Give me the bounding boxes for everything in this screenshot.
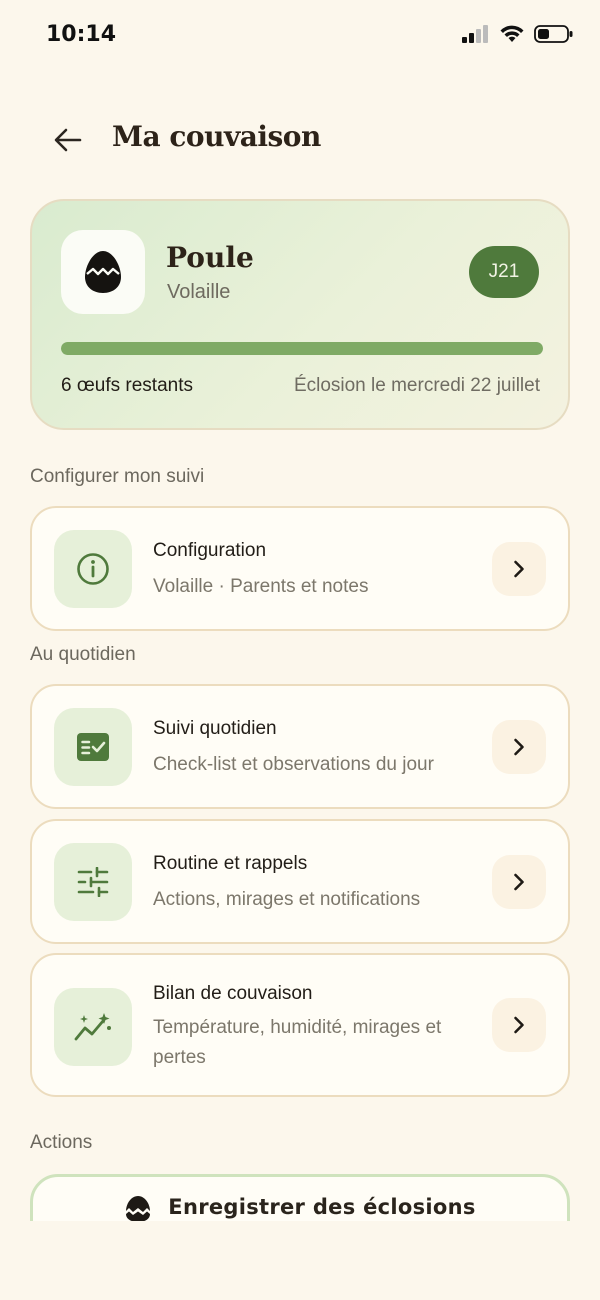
hero-icon-container <box>61 230 145 314</box>
eggs-remaining: 6 œufs restants <box>61 375 193 396</box>
species-name: Poule <box>166 241 254 274</box>
chart-sparkle-icon <box>74 1013 111 1041</box>
section-title-daily: Au quotidien <box>30 644 136 665</box>
egg-icon <box>85 251 121 293</box>
hatched-egg-icon <box>126 1196 151 1221</box>
menu-item-subtitle: Check-list et observations du jour <box>153 754 434 775</box>
menu-item-subtitle: Volaille · Parents et notes <box>153 576 369 597</box>
menu-item-daily-tracking[interactable]: Suivi quotidien Check-list et observatio… <box>30 684 570 809</box>
menu-item-title: Bilan de couvaison <box>153 983 313 1004</box>
menu-icon-container <box>54 843 132 921</box>
menu-item-title: Configuration <box>153 540 267 561</box>
hatch-date: Éclosion le mercredi 22 juillet <box>293 375 540 396</box>
menu-item-incubation-report[interactable]: Bilan de couvaison Température, humidité… <box>30 953 570 1097</box>
menu-item-configuration[interactable]: Configuration Volaille · Parents et note… <box>30 506 570 631</box>
record-hatchings-button[interactable]: Enregistrer des éclosions <box>30 1174 570 1221</box>
hero-card: Poule Volaille J21 6 œufs restants Éclos… <box>30 199 570 430</box>
header: Ma couvaison <box>0 110 600 170</box>
menu-icon-container <box>54 708 132 786</box>
status-bar: 10:14 <box>0 0 600 70</box>
chevron-right-button[interactable] <box>492 542 546 596</box>
menu-item-title: Suivi quotidien <box>153 718 277 739</box>
status-icons <box>462 24 574 44</box>
menu-item-routine-reminders[interactable]: Routine et rappels Actions, mirages et n… <box>30 819 570 944</box>
record-hatchings-label: Enregistrer des éclosions <box>168 1195 476 1219</box>
day-badge: J21 <box>469 246 539 298</box>
sliders-icon <box>77 867 109 897</box>
wifi-icon <box>500 25 524 42</box>
chevron-right-icon <box>514 873 524 891</box>
menu-item-title: Routine et rappels <box>153 853 308 874</box>
incubation-progress-fill <box>61 342 543 355</box>
chevron-right-icon <box>514 560 524 578</box>
chevron-right-button[interactable] <box>492 998 546 1052</box>
incubation-progress-bar <box>61 342 543 355</box>
section-title-configure: Configurer mon suivi <box>30 466 205 487</box>
species-type: Volaille <box>167 281 231 303</box>
chevron-right-icon <box>514 738 524 756</box>
menu-item-subtitle: Actions, mirages et notifications <box>153 889 421 910</box>
page-title: Ma couvaison <box>112 120 321 153</box>
action-button-viewport: Enregistrer des éclosions <box>30 1174 570 1221</box>
cellular-signal-icon <box>462 25 488 43</box>
checklist-icon <box>77 733 109 761</box>
status-time: 10:14 <box>46 22 117 47</box>
menu-item-subtitle: Température, humidité, mirages et pertes <box>153 1017 442 1068</box>
menu-icon-container <box>54 530 132 608</box>
chevron-right-button[interactable] <box>492 720 546 774</box>
chevron-right-button[interactable] <box>492 855 546 909</box>
arrow-left-icon <box>54 128 82 152</box>
chevron-right-icon <box>514 1016 524 1034</box>
info-icon <box>77 553 109 585</box>
menu-icon-container <box>54 988 132 1066</box>
back-button[interactable] <box>48 120 88 160</box>
section-title-actions: Actions <box>30 1132 93 1153</box>
battery-icon <box>534 25 573 43</box>
